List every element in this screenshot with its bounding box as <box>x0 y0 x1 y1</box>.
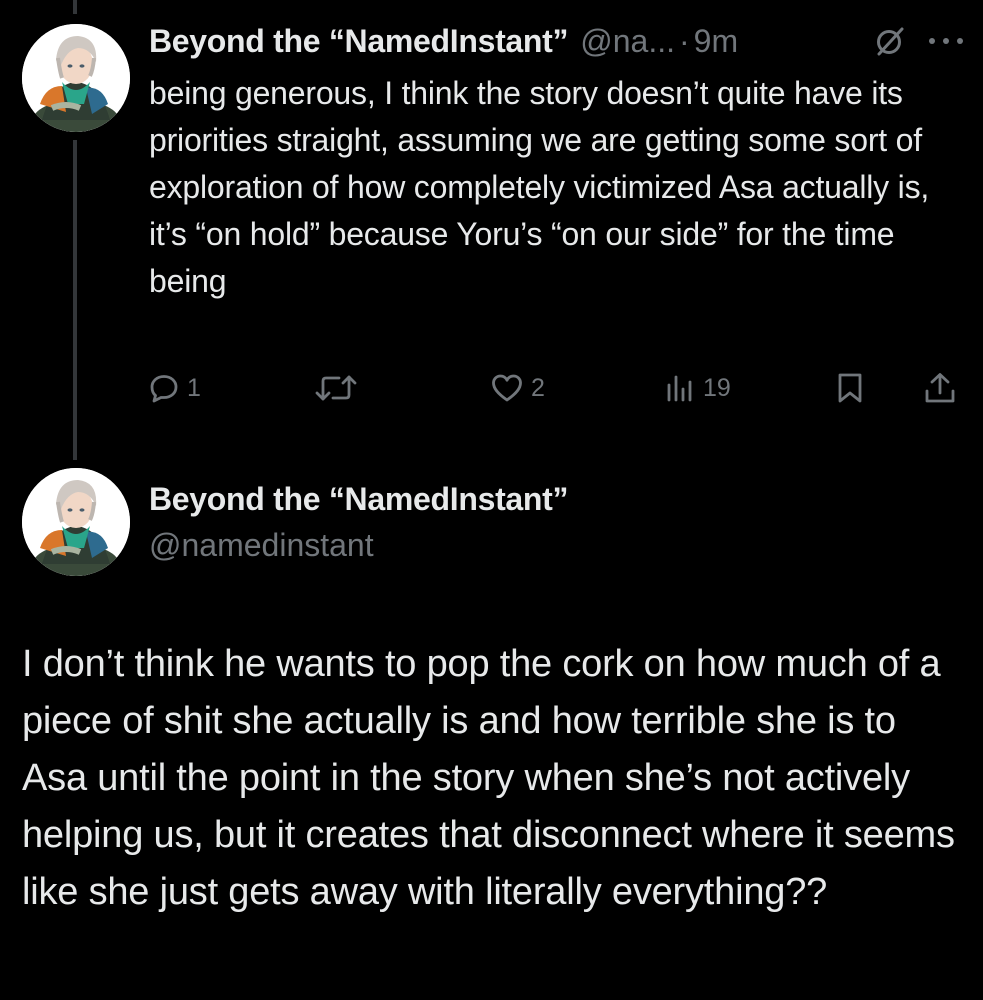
display-name[interactable]: Beyond the “NamedInstant” <box>149 23 569 60</box>
avatar-illustration <box>22 468 130 576</box>
separator-dot: · <box>678 22 690 59</box>
timestamp[interactable]: 9m <box>694 23 738 60</box>
avatar[interactable] <box>22 24 130 132</box>
reply-count: 1 <box>187 373 201 402</box>
tweet-text: being generous, I think the story doesn’… <box>149 75 930 299</box>
display-name[interactable]: Beyond the “NamedInstant” <box>149 476 569 522</box>
share-icon <box>925 373 955 403</box>
grok-slash-icon[interactable] <box>873 24 907 58</box>
handle[interactable]: @na... <box>580 23 675 60</box>
avatar[interactable] <box>22 468 130 576</box>
bookmark-icon <box>838 373 862 403</box>
like-button[interactable]: 2 <box>491 362 545 414</box>
repost-icon <box>315 375 357 401</box>
view-count: 19 <box>703 373 731 402</box>
tweet-actions: 1 2 19 <box>149 362 961 414</box>
thread-line <box>73 140 77 460</box>
views-button[interactable]: 19 <box>665 362 731 414</box>
more-icon[interactable] <box>927 34 965 48</box>
views-chart-icon <box>667 375 692 402</box>
avatar-illustration <box>22 24 130 132</box>
tweet-header: Beyond the “NamedInstant” @namedinstant <box>149 476 569 568</box>
heart-icon <box>492 374 522 402</box>
tweet-header: Beyond the “NamedInstant” @na... · 9m <box>149 18 965 64</box>
reply-icon <box>150 375 178 403</box>
bookmark-button[interactable] <box>835 362 865 414</box>
repost-button[interactable] <box>315 362 365 414</box>
share-button[interactable] <box>923 362 957 414</box>
reply-button[interactable]: 1 <box>149 362 201 414</box>
like-count: 2 <box>531 373 545 402</box>
thread-line-top <box>73 0 77 14</box>
handle[interactable]: @namedinstant <box>149 522 568 568</box>
tweet-text: I don’t think he wants to pop the cork o… <box>22 643 955 913</box>
